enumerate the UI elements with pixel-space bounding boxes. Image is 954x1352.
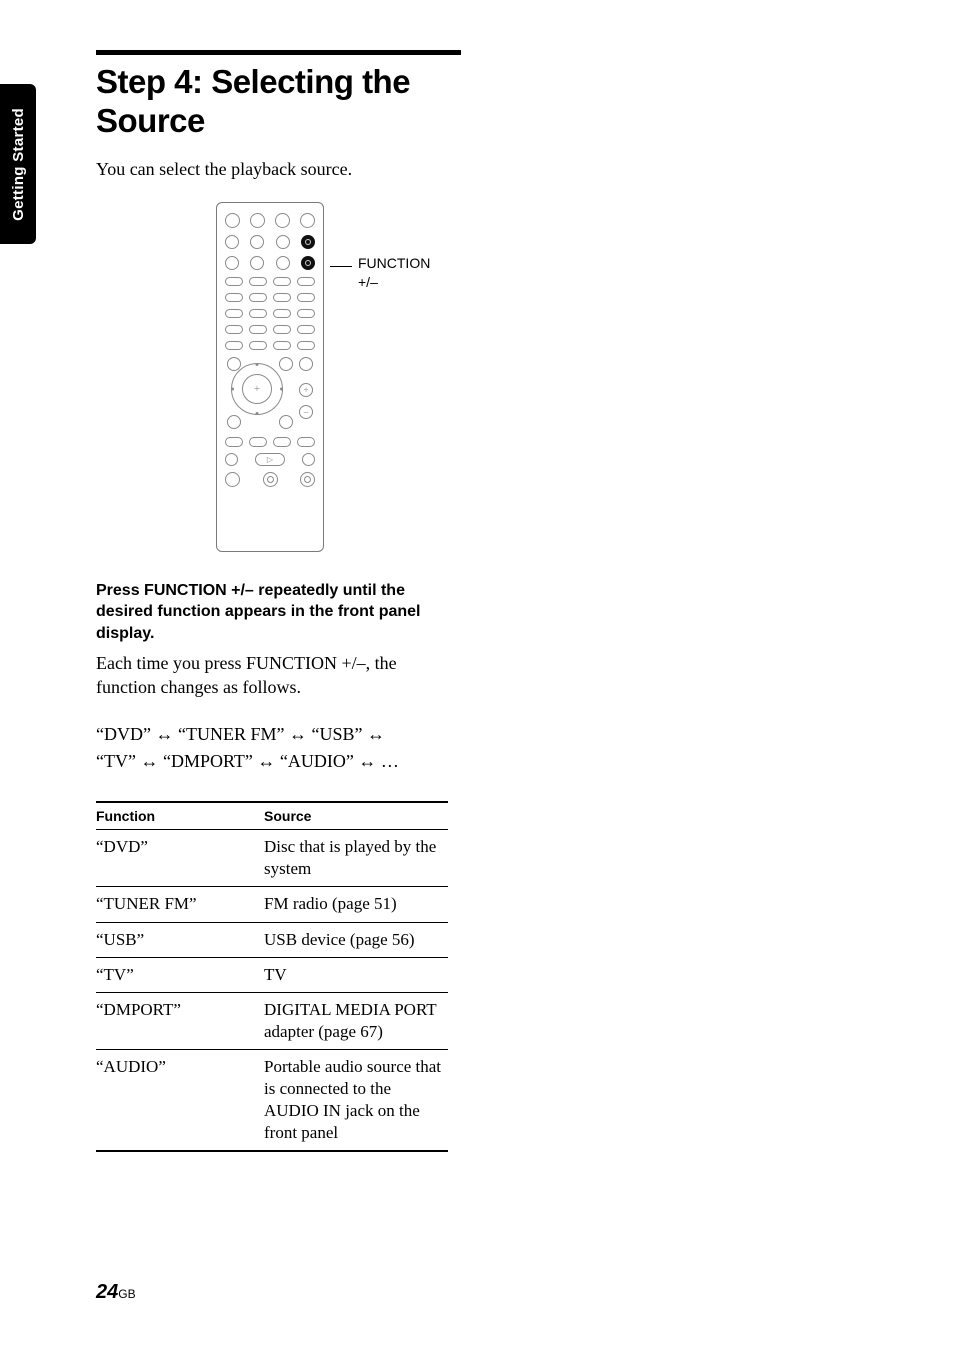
function-table: Function Source “DVD”Disc that is played…: [96, 801, 448, 1152]
section-tab: Getting Started: [0, 84, 36, 244]
table-cell: “USB”: [96, 922, 264, 957]
remote-button-icon: [297, 341, 315, 350]
table-cell: “TV”: [96, 957, 264, 992]
remote-button-icon: [276, 256, 290, 270]
table-cell: “AUDIO”: [96, 1049, 264, 1151]
remote-button-icon: [273, 325, 291, 334]
remote-button-icon: [225, 256, 239, 270]
remote-button-icon: [273, 293, 291, 302]
table-cell: FM radio (page 51): [264, 887, 448, 922]
remote-diagram: + + – ▷: [216, 202, 324, 552]
table-cell: DIGITAL MEDIA PORT adapter (page 67): [264, 992, 448, 1049]
cycle-seg: “TUNER FM”: [173, 724, 289, 744]
remote-button-icon: [250, 213, 265, 228]
remote-button-icon: [297, 325, 315, 334]
remote-button-icon: [273, 309, 291, 318]
table-row: “TV”TV: [96, 957, 448, 992]
table-cell: Disc that is played by the system: [264, 830, 448, 887]
callout-text-line1: FUNCTION: [358, 254, 430, 273]
remote-button-icon: [225, 277, 243, 286]
remote-button-icon: [250, 256, 264, 270]
remote-minus-icon: –: [299, 405, 313, 419]
remote-button-icon: [249, 341, 267, 350]
page-footer: 24GB: [96, 1281, 136, 1304]
arrow-lr-icon: ↔: [257, 748, 275, 775]
remote-button-icon: [302, 453, 315, 466]
remote-button-icon: [273, 277, 291, 286]
remote-button-icon: [297, 293, 315, 302]
remote-button-icon: [297, 437, 315, 447]
arrow-lr-icon: ↔: [140, 748, 158, 775]
remote-button-icon: [250, 235, 264, 249]
table-row: “USB”USB device (page 56): [96, 922, 448, 957]
table-cell: USB device (page 56): [264, 922, 448, 957]
cycle-seg: “DVD”: [96, 724, 155, 744]
cycle-seg: “DMPORT”: [158, 751, 257, 771]
remote-button-icon: [249, 325, 267, 334]
remote-button-icon: [225, 453, 238, 466]
table-cell: “TUNER FM”: [96, 887, 264, 922]
remote-button-icon: [279, 415, 293, 429]
table-row: “DVD”Disc that is played by the system: [96, 830, 448, 887]
remote-button-icon: [263, 472, 278, 487]
table-head-function: Function: [96, 802, 264, 830]
cycle-seg: …: [376, 751, 399, 771]
remote-button-icon: [225, 341, 243, 350]
intro-text: You can select the playback source.: [96, 159, 456, 180]
remote-button-icon: [249, 293, 267, 302]
remote-button-icon: [225, 309, 243, 318]
remote-button-icon: [297, 309, 315, 318]
cycle-seg: “AUDIO”: [275, 751, 358, 771]
arrow-lr-icon: ↔: [367, 721, 385, 748]
remote-button-icon: [249, 309, 267, 318]
function-minus-button-icon: [301, 256, 315, 270]
remote-button-icon: [227, 415, 241, 429]
table-cell: “DVD”: [96, 830, 264, 887]
remote-button-icon: [249, 277, 267, 286]
remote-play-icon: ▷: [255, 453, 285, 466]
remote-button-icon: [297, 277, 315, 286]
callout-line-icon: [330, 266, 352, 267]
remote-button-icon: [300, 472, 315, 487]
remote-plus-icon: +: [299, 383, 313, 397]
remote-button-icon: [275, 213, 290, 228]
table-head-source: Source: [264, 802, 448, 830]
cycle-seg: “TV”: [96, 751, 140, 771]
function-cycle: “DVD” ↔ “TUNER FM” ↔ “USB” ↔ “TV” ↔ “DMP…: [96, 721, 476, 775]
remote-button-icon: [273, 437, 291, 447]
callout-text-line2: +/–: [358, 273, 430, 292]
remote-button-icon: [249, 437, 267, 447]
table-cell: “DMPORT”: [96, 992, 264, 1049]
instruction-bold: Press FUNCTION +/– repeatedly until the …: [96, 580, 456, 645]
cycle-seg: “USB”: [307, 724, 367, 744]
function-plus-button-icon: [301, 235, 315, 249]
arrow-lr-icon: ↔: [289, 721, 307, 748]
table-row: “DMPORT”DIGITAL MEDIA PORT adapter (page…: [96, 992, 448, 1049]
remote-dpad-cluster: + + –: [225, 357, 315, 429]
page-title: Step 4: Selecting the Source: [96, 63, 456, 141]
table-row: “TUNER FM”FM radio (page 51): [96, 887, 448, 922]
remote-button-icon: [225, 325, 243, 334]
remote-button-icon: [273, 341, 291, 350]
table-row: “AUDIO”Portable audio source that is con…: [96, 1049, 448, 1151]
section-tab-label: Getting Started: [10, 108, 27, 221]
remote-button-icon: [225, 472, 240, 487]
arrow-lr-icon: ↔: [155, 721, 173, 748]
page-number: 24: [96, 1281, 118, 1303]
remote-button-icon: [225, 437, 243, 447]
remote-button-icon: [299, 357, 313, 371]
table-cell: Portable audio source that is connected …: [264, 1049, 448, 1151]
remote-button-icon: [300, 213, 315, 228]
arrow-lr-icon: ↔: [358, 748, 376, 775]
remote-button-icon: [276, 235, 290, 249]
remote-dpad-icon: +: [231, 363, 283, 415]
page-region: GB: [118, 1287, 135, 1301]
remote-button-icon: [279, 357, 293, 371]
remote-button-icon: [225, 235, 239, 249]
table-cell: TV: [264, 957, 448, 992]
remote-button-icon: [225, 213, 240, 228]
remote-button-icon: [225, 293, 243, 302]
heading-rule: [96, 50, 461, 55]
instruction-followup: Each time you press FUNCTION +/–, the fu…: [96, 651, 456, 700]
